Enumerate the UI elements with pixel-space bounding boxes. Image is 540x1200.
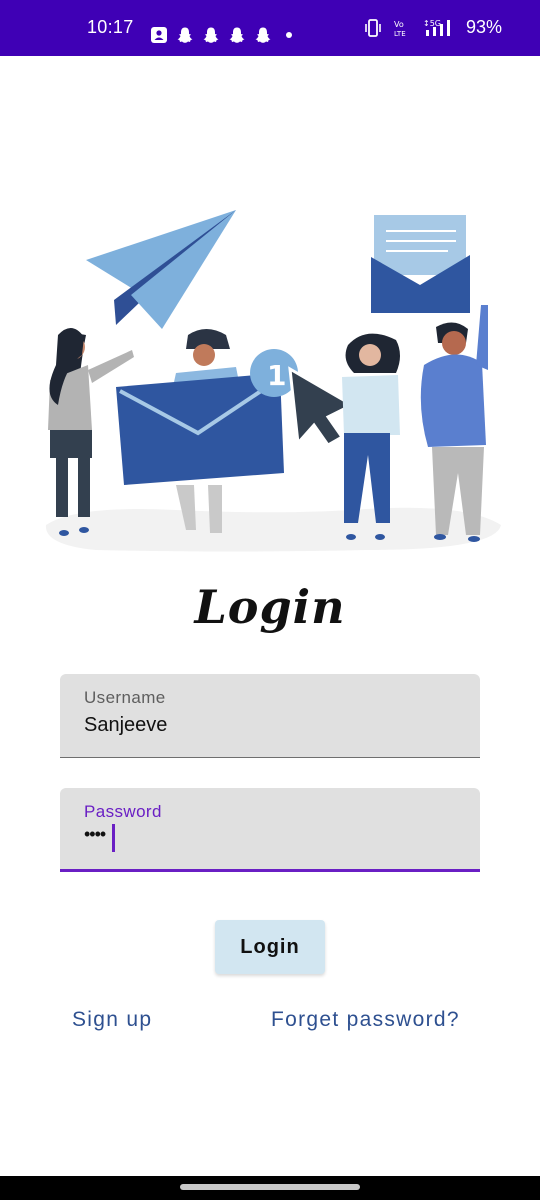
contact-card-icon [151, 27, 167, 43]
forgot-password-link[interactable]: Forget password? [271, 1008, 460, 1032]
paper-plane-icon [86, 210, 236, 329]
navigation-bar [0, 1176, 540, 1200]
home-gesture-handle[interactable] [180, 1184, 360, 1190]
envelope-icon [371, 215, 470, 313]
svg-text:Vo: Vo [394, 20, 404, 29]
status-bar: 10:17 Vo LTE ↕5G 93% [0, 0, 540, 56]
username-input[interactable]: Sanjeeve [84, 714, 167, 737]
password-input[interactable]: •••• [84, 824, 106, 845]
login-screen: 10:17 Vo LTE ↕5G 93% 1 Login Username Sa… [0, 0, 540, 1200]
signup-link[interactable]: Sign up [72, 1008, 152, 1032]
status-right: Vo LTE ↕5G 93% [364, 17, 502, 38]
password-label: Password [84, 802, 162, 821]
vibrate-icon [365, 18, 381, 37]
password-field[interactable]: Password •••• [60, 788, 480, 872]
notification-icons [150, 26, 298, 44]
page-title: Login [194, 580, 346, 634]
login-button[interactable]: Login [215, 920, 325, 974]
hero-illustration: 1 [45, 210, 501, 552]
person-center-figure: 1 [116, 329, 356, 533]
battery-percentage: 93% [465, 17, 502, 37]
text-caret [112, 824, 115, 852]
ground-shape [45, 507, 501, 552]
snapchat-icon [255, 27, 271, 43]
snapchat-icon [203, 27, 219, 43]
5g-signal-icon: ↕5G [423, 19, 450, 36]
volte-icon: VoLTE [394, 20, 406, 38]
person-far-right-figure [420, 305, 488, 542]
svg-text:↕5G: ↕5G [423, 19, 441, 28]
status-time: 10:17 [87, 17, 134, 37]
more-dot-icon [286, 32, 292, 38]
snapchat-icon [177, 27, 193, 43]
svg-text:LTE: LTE [394, 30, 406, 38]
illustration-badge: 1 [267, 359, 286, 392]
username-field[interactable]: Username Sanjeeve [60, 674, 480, 758]
snapchat-icon [229, 27, 245, 43]
username-label: Username [84, 688, 166, 707]
